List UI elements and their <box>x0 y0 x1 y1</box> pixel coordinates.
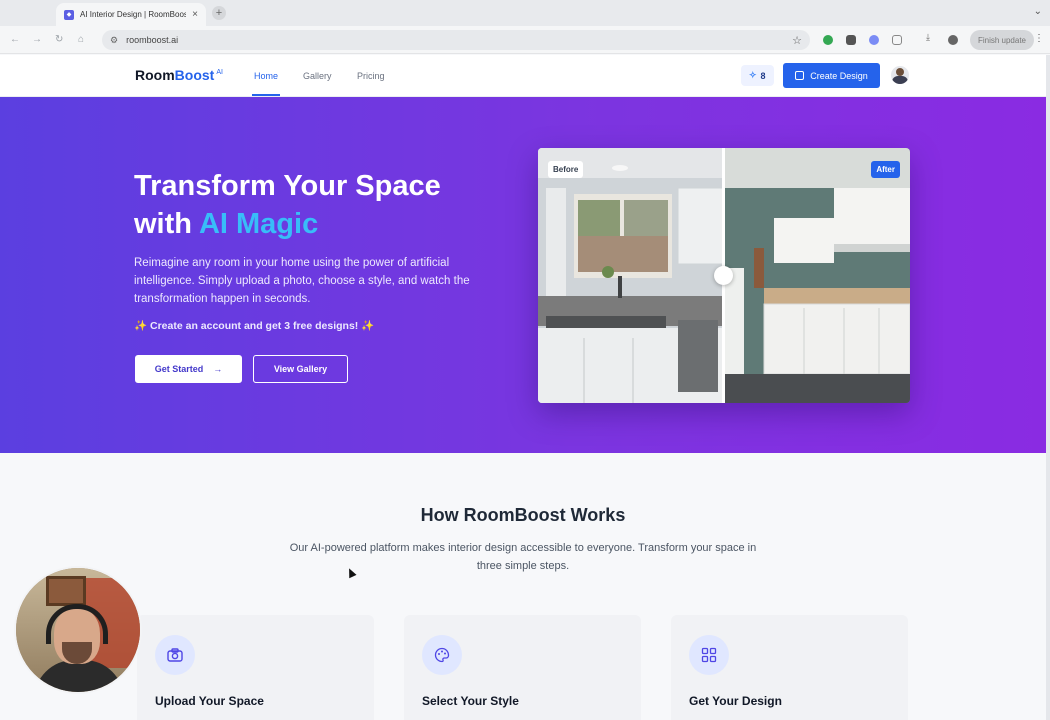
hero-subtitle: Reimagine any room in your home using th… <box>134 257 470 305</box>
tab-close-icon[interactable]: × <box>192 9 198 20</box>
logo-ai-text: AI <box>216 69 223 77</box>
before-kitchen-image <box>538 148 724 403</box>
before-badge: Before <box>548 161 584 178</box>
browser-tab[interactable]: ◆ AI Interior Design | RoomBoost × <box>56 3 206 26</box>
create-design-button[interactable]: Create Design <box>783 63 880 88</box>
step-title: Get Your Design <box>689 694 782 708</box>
step-title: Select Your Style <box>422 694 519 708</box>
site-info-icon[interactable]: ⚙ <box>110 35 118 46</box>
address-bar[interactable]: ⚙ roomboost.ai ☆ <box>102 30 810 50</box>
step-card-style: Select Your Style <box>404 615 641 720</box>
roomboost-favicon-icon: ◆ <box>64 9 74 20</box>
image-plus-icon <box>795 71 805 80</box>
tab-title: AI Interior Design | RoomBoost <box>80 10 187 19</box>
hero-promo: ✨ Create an account and get 3 free desig… <box>134 319 374 332</box>
page-scrollbar[interactable] <box>1046 55 1050 720</box>
create-design-label: Create Design <box>810 70 868 81</box>
browser-menu-icon[interactable]: ⋮ <box>1034 33 1044 44</box>
extension-green-icon[interactable] <box>823 35 833 45</box>
back-icon[interactable]: ← <box>10 34 20 45</box>
credits-count: 8 <box>760 70 766 81</box>
hero-title-line1: Transform Your Space <box>134 170 441 202</box>
extension-box-icon[interactable] <box>846 35 856 45</box>
finish-update-button[interactable]: Finish update <box>969 30 1034 50</box>
step-card-upload: Upload Your Space <box>137 615 374 720</box>
reload-icon[interactable]: ↻ <box>55 34 63 45</box>
user-avatar[interactable] <box>891 66 909 84</box>
grid-icon <box>689 635 729 675</box>
credits-badge[interactable]: ✧ 8 <box>741 65 774 86</box>
nav-gallery[interactable]: Gallery <box>303 71 332 81</box>
extension-info-icon[interactable] <box>869 35 879 45</box>
slider-handle[interactable] <box>714 266 733 285</box>
sparkle-left-icon: ✨ <box>134 320 148 332</box>
browser-tab-strip: ◆ AI Interior Design | RoomBoost × + ⌄ <box>0 0 1050 26</box>
bookmark-star-icon[interactable]: ☆ <box>792 34 802 47</box>
hero-title-with: with <box>134 208 199 240</box>
sparkle-right-icon: ✨ <box>361 320 375 332</box>
how-it-works-subtitle: Our AI-powered platform makes interior d… <box>289 542 757 572</box>
nav-home[interactable]: Home <box>254 71 278 81</box>
new-tab-button[interactable]: + <box>212 6 226 20</box>
sparkle-icon: ✧ <box>749 70 757 80</box>
download-icon[interactable]: ⤓ <box>926 32 936 42</box>
webcam-overlay <box>14 566 142 694</box>
view-gallery-button[interactable]: View Gallery <box>253 355 348 383</box>
browser-toolbar: ← → ↻ ⌂ ⚙ roomboost.ai ☆ ⤓ Finish update… <box>0 26 1050 54</box>
get-started-button[interactable]: Get Started → <box>135 355 242 383</box>
hero-title: Transform Your Space with AI Magic <box>134 167 514 243</box>
step-card-design: Get Your Design <box>671 615 908 720</box>
extensions-puzzle-icon[interactable] <box>892 35 902 45</box>
address-url: roomboost.ai <box>126 35 179 45</box>
site-header: RoomBoost AI Home Gallery Pricing ✧ 8 Cre… <box>0 55 1046 97</box>
tab-search-chevron-icon[interactable]: ⌄ <box>1034 6 1042 17</box>
palette-icon <box>422 635 462 675</box>
step-title: Upload Your Space <box>155 694 264 708</box>
how-it-works-title: How RoomBoost Works <box>420 505 626 525</box>
get-started-label: Get Started <box>154 364 204 374</box>
home-icon[interactable]: ⌂ <box>78 34 84 45</box>
arrow-right-icon: → <box>213 364 223 374</box>
after-kitchen-image <box>724 148 910 403</box>
logo-room-text: Room <box>135 67 175 83</box>
nav-pricing[interactable]: Pricing <box>357 71 385 81</box>
nav-active-indicator <box>252 94 280 96</box>
before-after-slider[interactable]: Before After <box>538 148 910 403</box>
profile-icon[interactable] <box>948 35 958 45</box>
logo-boost-text: Boost <box>174 67 215 83</box>
hero-title-accent: AI Magic <box>198 208 319 240</box>
hero-promo-text: Create an account and get 3 free designs… <box>150 320 359 332</box>
forward-icon[interactable]: → <box>32 34 42 45</box>
roomboost-logo[interactable]: RoomBoost AI <box>135 67 223 83</box>
camera-icon <box>155 635 195 675</box>
hero-section: Transform Your Space with AI Magic Reima… <box>0 97 1046 453</box>
after-badge: After <box>871 161 900 178</box>
